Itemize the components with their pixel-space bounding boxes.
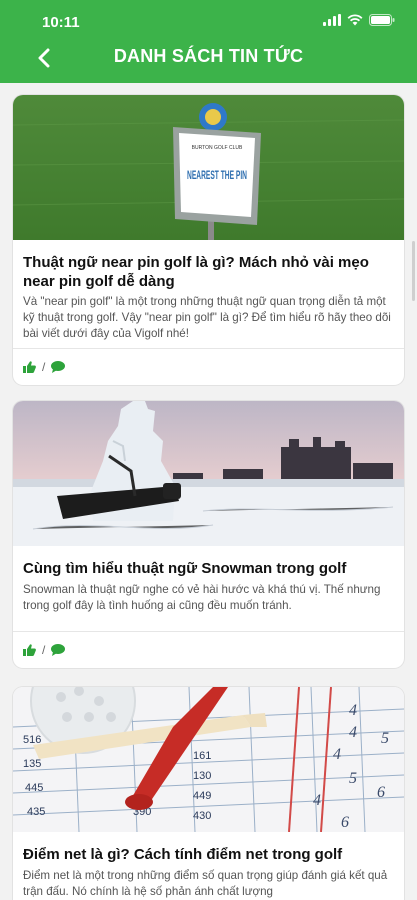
score-cell: 449 — [193, 790, 211, 802]
svg-text:5: 5 — [381, 730, 389, 747]
article-list[interactable]: BURTON GOLF CLUB NEAREST THE PIN Thuật n… — [0, 83, 417, 900]
action-separator: / — [42, 643, 46, 657]
article-image: BURTON GOLF CLUB NEAREST THE PIN — [13, 95, 404, 240]
article-title[interactable]: Điểm net là gì? Cách tính điểm net trong… — [23, 845, 394, 864]
score-cell: 435 — [27, 806, 45, 818]
thumbs-up-icon — [23, 644, 36, 656]
svg-text:6: 6 — [377, 784, 385, 801]
svg-text:4: 4 — [349, 724, 357, 741]
article-card[interactable]: Cùng tìm hiểu thuật ngữ Snowman trong go… — [13, 401, 404, 668]
app-header: 10:11 DANH SÁCH TIN TỨC — [0, 0, 417, 83]
thumbs-up-icon — [23, 361, 36, 373]
svg-text:6: 6 — [341, 814, 349, 831]
like-button[interactable] — [23, 361, 36, 373]
sign-small-text: BURTON GOLF CLUB — [192, 145, 243, 151]
article-actions: / — [23, 641, 66, 659]
score-cell: 430 — [193, 810, 211, 822]
svg-text:4: 4 — [313, 792, 321, 809]
svg-text:4: 4 — [333, 746, 341, 763]
like-button[interactable] — [23, 644, 36, 656]
article-image — [13, 401, 404, 546]
comment-button[interactable] — [51, 361, 66, 373]
action-separator: / — [42, 360, 46, 374]
scrollbar[interactable] — [412, 241, 415, 301]
status-time: 10:11 — [42, 14, 80, 31]
page-title: DANH SÁCH TIN TỨC — [113, 46, 304, 66]
score-cell: 445 — [25, 782, 43, 794]
status-icons — [323, 14, 395, 26]
card-divider — [13, 631, 404, 632]
svg-text:4: 4 — [349, 702, 357, 719]
comment-icon — [51, 361, 66, 373]
article-card[interactable]: BURTON GOLF CLUB NEAREST THE PIN Thuật n… — [13, 95, 404, 385]
svg-text:5: 5 — [349, 770, 357, 787]
sign-text: NEAREST THE PIN — [187, 168, 247, 182]
score-cell: 161 — [193, 750, 211, 762]
article-title[interactable]: Cùng tìm hiểu thuật ngữ Snowman trong go… — [23, 559, 394, 578]
article-description: Điểm net là một trong những điểm số quan… — [23, 869, 388, 898]
battery-icon — [369, 14, 395, 26]
score-cell: 135 — [23, 758, 41, 770]
article-image: 516 135 445 435 543 390 161 130 449 430 … — [13, 687, 404, 832]
wifi-icon — [347, 14, 363, 26]
article-description: Và "near pin golf" là một trong những th… — [23, 295, 391, 340]
article-actions: / — [23, 358, 66, 376]
score-cell: 130 — [193, 770, 211, 782]
comment-button[interactable] — [51, 644, 66, 656]
signal-icon — [323, 14, 341, 26]
title-bar: DANH SÁCH TIN TỨC — [0, 40, 417, 76]
comment-icon — [51, 644, 66, 656]
article-card[interactable]: 516 135 445 435 543 390 161 130 449 430 … — [13, 687, 404, 900]
article-title[interactable]: Thuật ngữ near pin golf là gì? Mách nhỏ … — [23, 253, 394, 291]
card-divider — [13, 348, 404, 349]
article-description: Snowman là thuật ngữ nghe có vẻ hài hước… — [23, 583, 381, 612]
